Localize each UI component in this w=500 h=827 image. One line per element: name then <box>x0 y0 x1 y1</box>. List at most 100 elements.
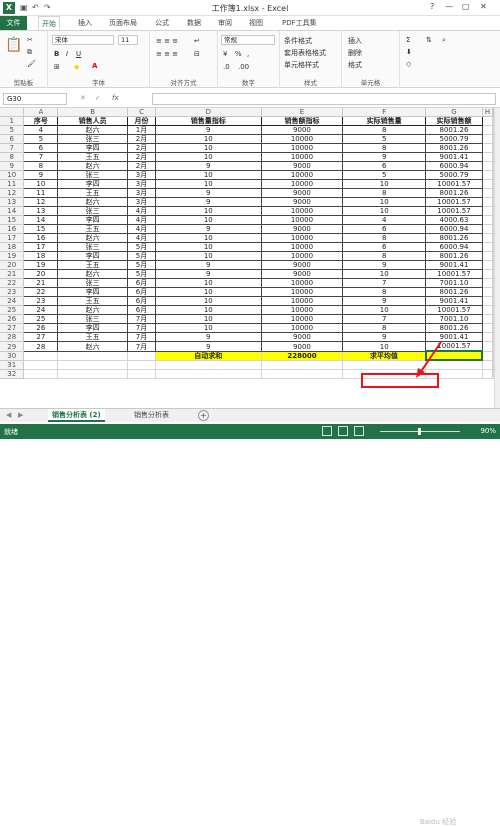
align-icon[interactable]: ≡ ≡ ≡ <box>156 50 178 58</box>
cell[interactable] <box>342 360 427 370</box>
cell[interactable] <box>482 314 494 325</box>
cell[interactable] <box>23 360 59 370</box>
data-cell[interactable]: 8001.26 <box>425 323 483 334</box>
data-cell[interactable]: 10 <box>154 134 262 145</box>
tab-review[interactable]: 审阅 <box>218 18 232 28</box>
data-cell[interactable]: 10 <box>154 215 262 226</box>
align-icon[interactable]: ≡ ≡ ≡ <box>156 37 178 45</box>
fill-color-icon[interactable]: ◆ <box>74 63 79 71</box>
data-cell[interactable]: 6000.94 <box>425 161 483 172</box>
row-header[interactable]: 8 <box>0 152 25 163</box>
cell[interactable] <box>482 206 494 217</box>
data-cell[interactable]: 10000 <box>260 305 344 316</box>
data-cell[interactable]: 5月 <box>127 269 156 280</box>
cell[interactable] <box>482 369 494 379</box>
data-cell[interactable]: 5 <box>342 134 427 145</box>
data-cell[interactable]: 9001.41 <box>425 260 483 271</box>
data-cell[interactable]: 10000 <box>260 170 344 181</box>
data-cell[interactable]: 19 <box>23 260 59 271</box>
data-cell[interactable]: 赵六 <box>57 341 129 352</box>
zoom-level[interactable]: 90% <box>480 427 496 435</box>
row-header[interactable]: 28 <box>0 332 25 343</box>
cell[interactable] <box>482 296 494 307</box>
add-sheet-icon[interactable]: + <box>198 410 209 421</box>
data-cell[interactable]: 张三 <box>57 314 129 325</box>
tab-view[interactable]: 视图 <box>249 18 263 28</box>
cell[interactable] <box>482 134 494 145</box>
data-cell[interactable]: 16 <box>23 233 59 244</box>
data-cell[interactable]: 8 <box>342 287 427 298</box>
data-cell[interactable]: 6 <box>342 161 427 172</box>
data-cell[interactable]: 2月 <box>127 161 156 172</box>
data-cell[interactable]: 8001.26 <box>425 143 483 154</box>
data-cell[interactable]: 10001.57 <box>425 197 483 208</box>
cell[interactable] <box>482 269 494 280</box>
cell[interactable] <box>57 351 129 361</box>
cell[interactable] <box>482 170 494 181</box>
data-cell[interactable]: 10000 <box>260 296 344 307</box>
row-header[interactable]: 15 <box>0 215 25 226</box>
data-cell[interactable]: 2月 <box>127 134 156 145</box>
cell[interactable] <box>482 161 494 172</box>
data-cell[interactable]: 22 <box>23 287 59 298</box>
row-header[interactable]: 14 <box>0 206 25 217</box>
header-cell[interactable]: 销售额指标 <box>260 116 344 127</box>
data-cell[interactable]: 7001.10 <box>425 314 483 325</box>
zoom-slider-knob[interactable] <box>418 428 421 435</box>
table-format-button[interactable]: 套用表格格式 <box>284 48 326 58</box>
data-cell[interactable]: 10 <box>342 206 427 217</box>
enter-icon[interactable]: ✓ <box>95 94 101 102</box>
data-cell[interactable]: 7 <box>342 314 427 325</box>
row-header[interactable]: 19 <box>0 251 25 262</box>
average-label[interactable]: 求平均值 <box>342 351 427 361</box>
data-cell[interactable]: 李四 <box>57 287 129 298</box>
data-cell[interactable]: 10 <box>342 269 427 280</box>
data-cell[interactable]: 24 <box>23 305 59 316</box>
data-cell[interactable]: 2月 <box>127 143 156 154</box>
cell[interactable] <box>261 369 344 379</box>
row-header[interactable]: 31 <box>0 360 25 370</box>
data-cell[interactable]: 7 <box>23 152 59 163</box>
cell[interactable] <box>482 224 494 235</box>
data-cell[interactable]: 8 <box>342 125 427 136</box>
data-cell[interactable]: 8001.26 <box>425 251 483 262</box>
sum-icon[interactable]: Σ <box>406 36 410 44</box>
data-cell[interactable]: 7 <box>342 278 427 289</box>
data-cell[interactable]: 9000 <box>260 341 344 352</box>
column-header[interactable]: B <box>57 108 129 118</box>
row-header[interactable]: 22 <box>0 278 25 289</box>
data-cell[interactable]: 赵六 <box>57 305 129 316</box>
tab-page-layout[interactable]: 页面布局 <box>109 18 137 28</box>
data-cell[interactable]: 5 <box>342 170 427 181</box>
data-cell[interactable]: 4月 <box>127 224 156 235</box>
delete-cells-button[interactable]: 删除 <box>348 48 362 58</box>
cell[interactable] <box>482 215 494 226</box>
data-cell[interactable]: 23 <box>23 296 59 307</box>
data-cell[interactable]: 赵六 <box>57 233 129 244</box>
cell[interactable] <box>482 152 494 163</box>
data-cell[interactable]: 11 <box>23 188 59 199</box>
row-header[interactable]: 23 <box>0 287 25 298</box>
data-cell[interactable]: 王五 <box>57 188 129 199</box>
data-cell[interactable]: 10 <box>154 152 262 163</box>
row-header[interactable]: 6 <box>0 134 25 145</box>
data-cell[interactable]: 10 <box>342 179 427 190</box>
font-size-select[interactable]: 11 <box>118 35 138 45</box>
cell[interactable] <box>482 143 494 154</box>
close-icon[interactable]: ✕ <box>480 2 487 11</box>
data-cell[interactable]: 李四 <box>57 251 129 262</box>
conditional-format-button[interactable]: 条件格式 <box>284 36 312 46</box>
data-cell[interactable]: 张三 <box>57 170 129 181</box>
currency-icon[interactable]: ¥ <box>223 50 227 58</box>
row-header[interactable]: 16 <box>0 224 25 235</box>
data-cell[interactable]: 10 <box>154 233 262 244</box>
data-cell[interactable]: 6月 <box>127 296 156 307</box>
data-cell[interactable]: 3月 <box>127 188 156 199</box>
data-cell[interactable]: 9 <box>154 224 262 235</box>
data-cell[interactable]: 20 <box>23 269 59 280</box>
font-name-select[interactable]: 宋体 <box>52 35 114 45</box>
cell[interactable] <box>425 360 483 370</box>
cell[interactable] <box>482 351 494 361</box>
row-header[interactable]: 9 <box>0 161 25 172</box>
cell[interactable] <box>23 369 59 379</box>
